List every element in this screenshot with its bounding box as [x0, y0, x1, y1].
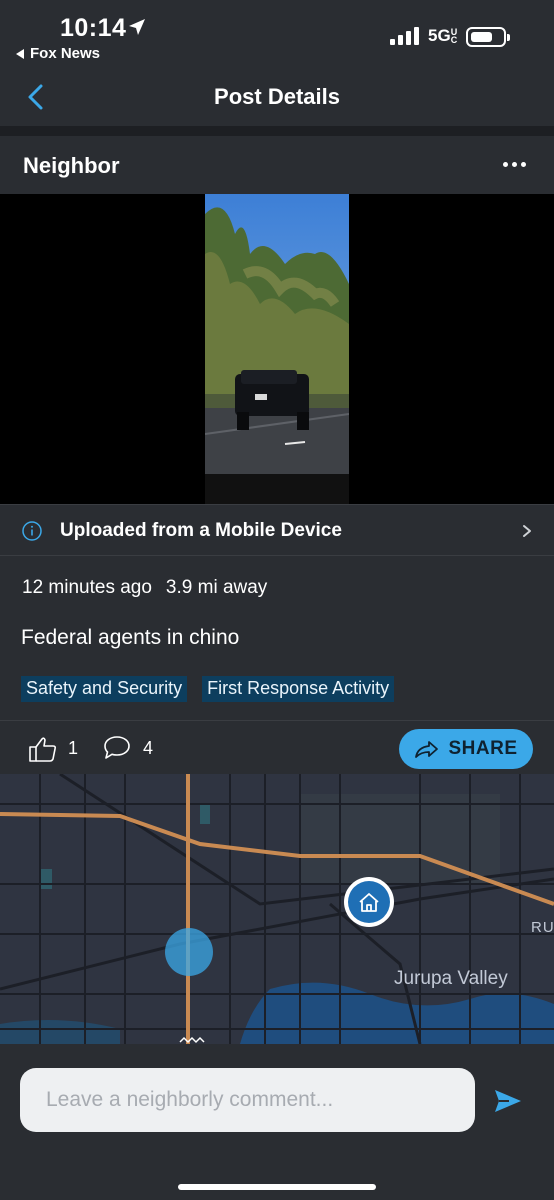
post-tags: Safety and Security First Response Activ…	[21, 676, 395, 702]
share-arrow-icon	[415, 741, 439, 758]
status-bar: 10:14 Fox News 5GUC	[0, 0, 554, 70]
send-icon[interactable]	[493, 1088, 523, 1114]
video-thumbnail	[205, 194, 349, 504]
post-time-ago: 12 minutes ago	[22, 577, 152, 598]
thumbs-up-icon[interactable]	[28, 735, 58, 763]
more-options-icon[interactable]	[503, 162, 526, 167]
comment-input[interactable]	[20, 1068, 475, 1132]
post-body: Federal agents in chino	[21, 626, 240, 649]
page-title: Post Details	[214, 84, 340, 109]
post-meta: 12 minutes ago 3.9 mi away	[22, 577, 267, 599]
tag-first-response[interactable]: First Response Activity	[202, 676, 395, 702]
upload-source-label: Uploaded from a Mobile Device	[60, 520, 342, 541]
battery-icon	[466, 27, 510, 47]
back-to-app-link[interactable]: Fox News	[16, 45, 100, 62]
chevron-right-icon	[523, 525, 531, 537]
like-count: 1	[68, 738, 79, 758]
network-indicator: 5GUC	[428, 26, 458, 45]
home-indicator[interactable]	[178, 1184, 376, 1190]
post-distance: 3.9 mi away	[165, 577, 268, 598]
post-author: Neighbor	[23, 153, 120, 178]
upload-source-row[interactable]: Uploaded from a Mobile Device	[0, 504, 554, 556]
header-divider	[0, 126, 554, 136]
comment-bubble-icon[interactable]	[102, 734, 132, 762]
tag-safety-security[interactable]: Safety and Security	[21, 676, 188, 702]
clock: 10:14	[60, 14, 127, 42]
nav-bar: Post Details	[0, 70, 554, 126]
map-edge-label: RU	[531, 919, 554, 936]
video-player[interactable]	[0, 194, 554, 504]
share-label: SHARE	[448, 738, 518, 759]
comment-footer	[0, 1044, 554, 1200]
location-map[interactable]: Jurupa Valley RU	[0, 774, 554, 1044]
location-arrow-icon	[129, 19, 145, 35]
share-button[interactable]: SHARE	[399, 729, 533, 769]
back-app-label: Fox News	[30, 45, 101, 62]
info-icon	[22, 521, 42, 541]
signal-strength-icon	[390, 27, 419, 45]
map-place-label: Jurupa Valley	[394, 968, 508, 989]
back-triangle-icon	[16, 48, 24, 59]
map-graphic	[0, 774, 554, 1044]
comment-count: 4	[143, 738, 154, 758]
post-actions: 1 4 SHARE	[0, 720, 554, 774]
post-header: Neighbor	[0, 136, 554, 194]
